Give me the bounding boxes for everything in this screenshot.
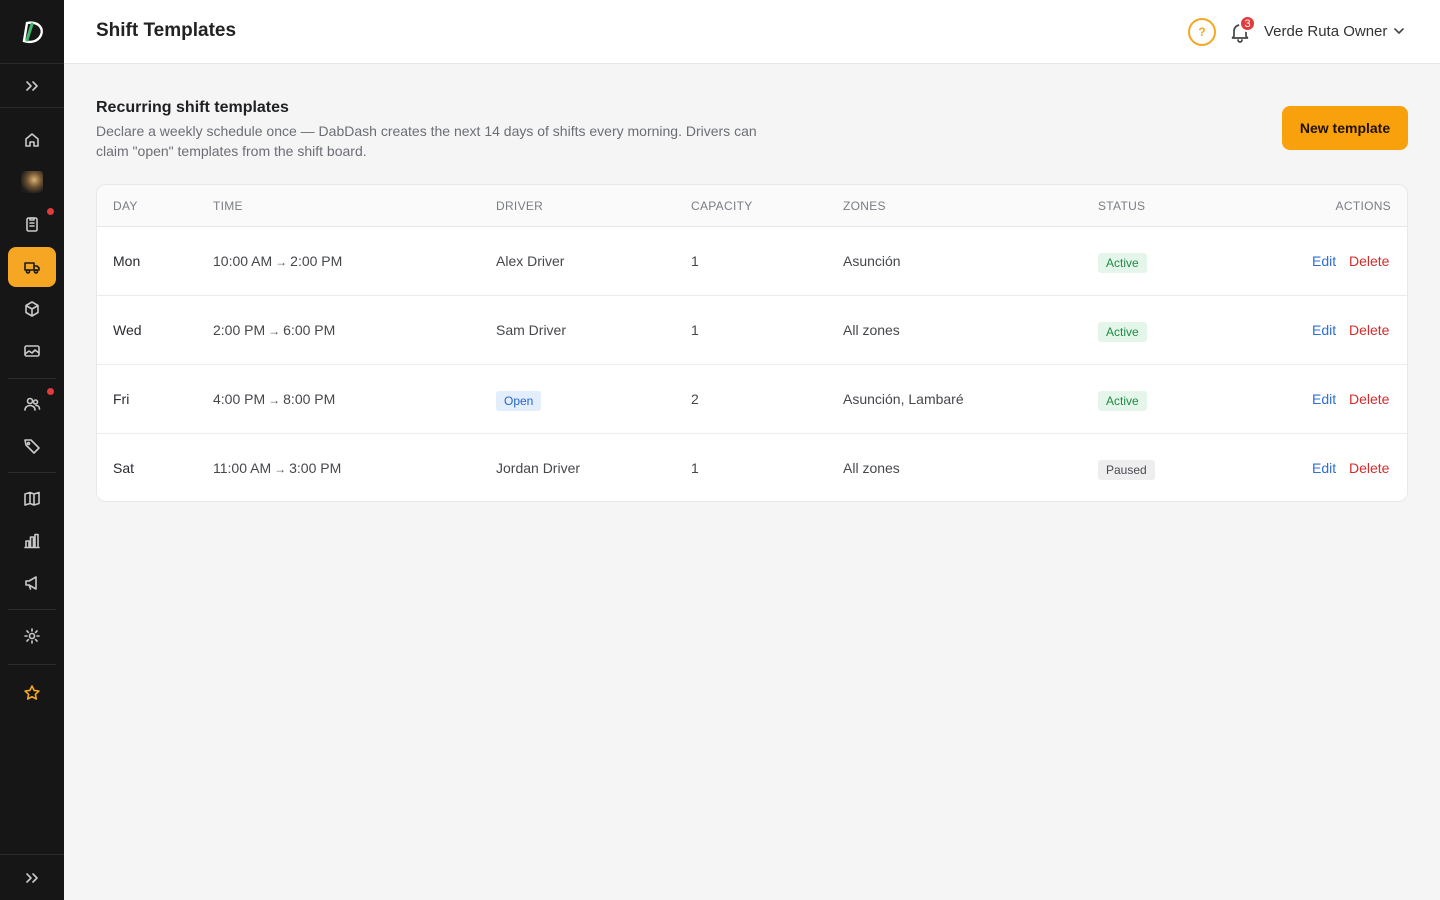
table-row: Wed 2:00 PM → 6:00 PM Sam Driver 1 All zon… [97,296,1407,365]
edit-button[interactable]: Edit [1312,391,1336,407]
section-description: Declare a weekly schedule once — DabDash… [96,123,757,159]
capacity-cell: 1 [691,253,699,269]
arrow-icon: → [268,393,281,407]
bar-chart-icon [24,533,40,549]
day-cell: Fri [113,391,130,407]
time-cell: 10:00 AM → 2:00 PM [213,253,343,269]
chevron-down-icon[interactable] [1392,24,1406,38]
delete-button[interactable]: Delete [1349,322,1389,338]
notification-dot [47,388,54,395]
zones-cell: All zones [843,460,900,476]
time-cell: 11:00 AM → 3:00 PM [213,460,342,476]
column-header-status: STATUS [1098,199,1146,213]
status-badge: Active [1098,322,1147,342]
zones-cell: All zones [843,322,900,338]
star-icon [24,685,40,700]
sidebar-item-guides[interactable] [8,479,56,519]
orders-clipboard-icon [26,217,38,232]
image-gallery-icon [24,345,40,357]
arrow-icon: → [268,324,281,338]
capacity-cell: 2 [691,391,699,407]
delete-button[interactable]: Delete [1349,460,1389,476]
top-header: Shift Templates ? 3 Verde Ruta Owner [64,0,1440,64]
column-header-day: DAY [113,199,138,213]
megaphone-icon [25,576,37,590]
table-header: DAY TIME DRIVER CAPACITY ZONES STATUS AC… [97,185,1407,227]
templates-table: DAY TIME DRIVER CAPACITY ZONES STATUS AC… [96,184,1408,502]
double-chevron-right-icon [26,872,38,883]
package-box-icon [25,301,39,317]
dabdash-logo-icon [22,20,43,43]
day-cell: Wed [113,322,142,338]
sidebar-item-settings[interactable] [8,616,56,656]
edit-button[interactable]: Edit [1312,322,1336,338]
sidebar-item-media[interactable] [8,331,56,371]
arrow-icon: → [275,255,288,269]
sidebar-item-upgrade[interactable] [8,673,56,713]
column-header-capacity: CAPACITY [691,199,753,213]
home-icon [25,133,39,147]
status-badge: Active [1098,253,1147,273]
sidebar-divider [8,472,56,473]
sidebar-item-team[interactable] [8,384,56,424]
sidebar-divider [8,664,56,665]
sidebar-item-shifts[interactable] [8,247,56,287]
sidebar-collapse-toggle[interactable] [0,854,64,900]
column-header-actions: ACTIONS [1335,199,1391,213]
map-book-icon [24,491,40,506]
sidebar-item-home[interactable] [8,120,56,160]
sidebar-item-marketing[interactable] [8,563,56,603]
delete-button[interactable]: Delete [1349,391,1389,407]
app-logo[interactable] [0,0,64,64]
edit-button[interactable]: Edit [1312,460,1336,476]
sidebar-divider [8,609,56,610]
tag-icon [24,439,40,454]
column-header-time: TIME [213,199,243,213]
time-cell: 2:00 PM → 6:00 PM [213,322,336,338]
time-cell: 4:00 PM → 8:00 PM [213,391,336,407]
driver-cell: Sam Driver [496,322,567,338]
notification-count-badge: 3 [1239,15,1256,32]
section-title: Recurring shift templates [96,99,289,116]
sidebar-divider [8,378,56,379]
delivery-truck-icon [24,262,40,274]
users-icon [24,397,41,411]
delete-button[interactable]: Delete [1349,253,1389,269]
sidebar-item-products[interactable] [8,289,56,329]
table-row: Sat 11:00 AM → 3:00 PM Jordan Driver 1 All… [97,434,1407,501]
new-template-button[interactable]: New template [1282,106,1408,150]
capacity-cell: 1 [691,322,699,338]
day-cell: Sat [113,460,135,476]
store-avatar-icon [21,171,43,193]
user-menu-name[interactable]: Verde Ruta Owner [1264,23,1387,40]
sidebar-item-store[interactable] [8,162,56,202]
status-badge: Active [1098,391,1147,411]
capacity-cell: 1 [691,460,699,476]
driver-cell: Alex Driver [496,253,565,269]
column-header-zones: ZONES [843,199,886,213]
driver-cell: Jordan Driver [496,460,581,476]
double-chevron-right-icon [26,80,38,91]
edit-button[interactable]: Edit [1312,253,1336,269]
table-row: Mon 10:00 AM → 2:00 PM Alex Driver 1 Asunc… [97,227,1407,296]
sidebar-item-orders[interactable] [8,204,56,244]
zones-cell: Asunción, Lambaré [843,391,964,407]
notification-dot [47,208,54,215]
settings-gear-icon [24,628,40,644]
sidebar-expand-button[interactable] [0,64,64,108]
arrow-icon: → [274,462,287,476]
sidebar-item-analytics[interactable] [8,521,56,561]
zones-cell: Asunción [843,253,901,269]
page-title: Shift Templates [96,20,237,41]
open-driver-badge: Open [496,391,542,411]
day-cell: Mon [113,253,141,269]
help-button[interactable]: ? [1188,18,1216,46]
table-row: Fri 4:00 PM → 8:00 PM Open 2 Asunción, Lam… [97,365,1407,434]
column-header-driver: DRIVER [496,199,544,213]
help-icon: ? [1198,25,1206,39]
sidebar [0,0,64,900]
sidebar-item-promotions[interactable] [8,426,56,466]
status-badge: Paused [1098,460,1155,480]
